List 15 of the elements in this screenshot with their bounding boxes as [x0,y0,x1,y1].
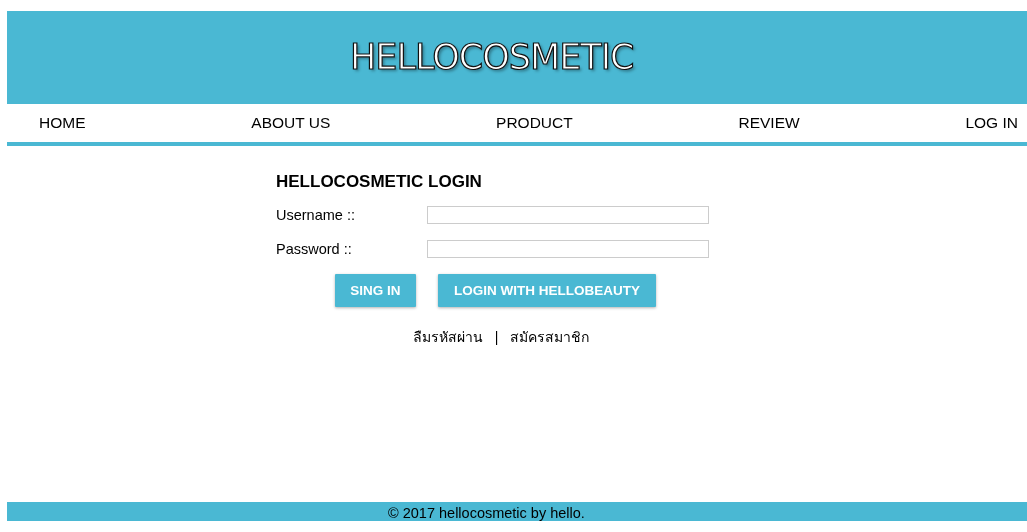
link-separator: | [494,329,499,345]
site-logo: HELLOCOSMETIC [350,36,634,79]
nav-link[interactable]: LOG IN [965,114,1018,132]
field-label: Password :: [276,241,353,257]
forgot-password-link[interactable]: ลืมรหัสผ่าน [412,326,483,348]
password-field[interactable] [427,240,709,258]
nav-link[interactable]: HOME [39,114,86,132]
register-link[interactable]: สมัครสมาชิก [510,326,590,348]
nav-link[interactable]: PRODUCT [496,114,573,132]
copyright-text: © 2017 hellocosmetic by hello. [388,505,585,521]
nav-link[interactable]: REVIEW [738,114,800,132]
username-field[interactable] [427,206,709,224]
login-title: HELLOCOSMETIC LOGIN [276,172,483,192]
nav-link[interactable]: ABOUT US [251,114,331,132]
field-label: Username :: [276,207,356,223]
